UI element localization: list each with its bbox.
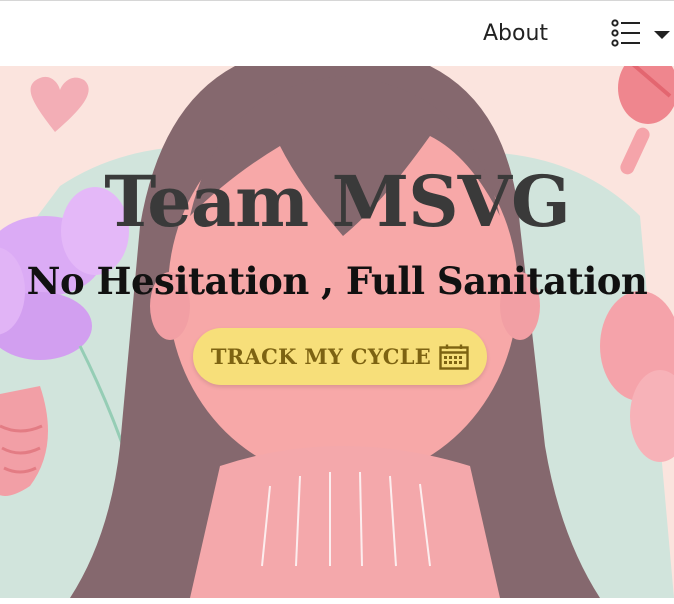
track-cycle-button[interactable]: TRACK MY CYCLE: [193, 328, 487, 385]
track-cycle-label: TRACK MY CYCLE: [210, 344, 432, 369]
nav-menu-dropdown[interactable]: [608, 17, 670, 49]
list-bulleted-icon: [611, 19, 640, 47]
hero-title: Team MSVG: [104, 160, 571, 243]
hero-subtitle: No Hesitation , Full Sanitation: [26, 259, 648, 303]
caret-down-icon: [654, 31, 670, 39]
top-navbar: About: [0, 0, 674, 66]
nav-link-about[interactable]: About: [483, 21, 548, 46]
calendar-icon: [439, 344, 469, 370]
hero-section: Team MSVG No Hesitation , Full Sanitatio…: [0, 66, 674, 598]
